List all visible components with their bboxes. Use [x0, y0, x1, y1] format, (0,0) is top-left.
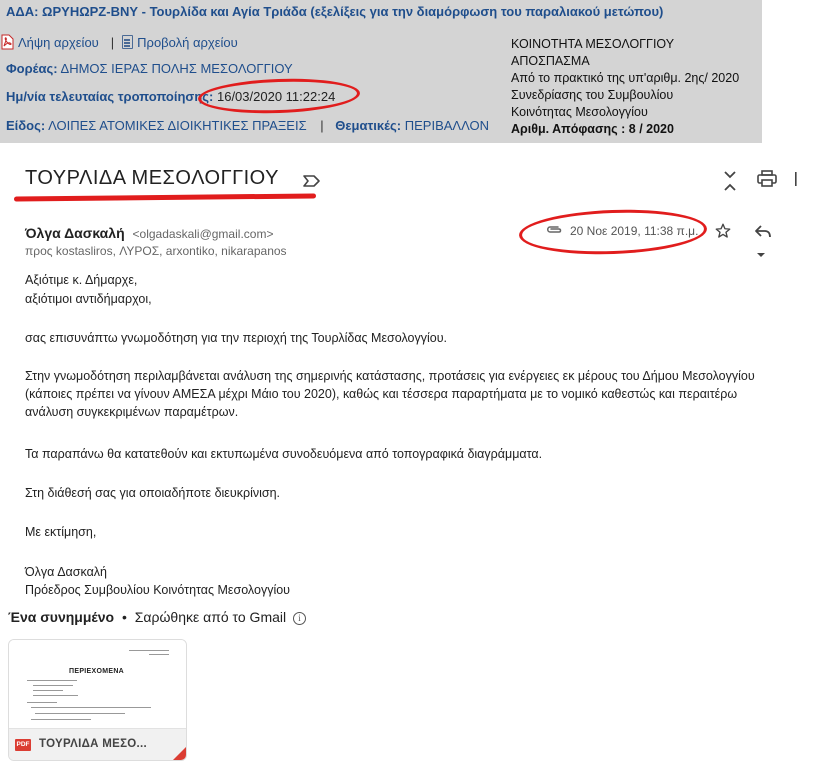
new-window-icon[interactable]: [794, 170, 798, 193]
attachment-card[interactable]: ΠΕΡΙΕΧΟΜΕΝΑ PDF ΤΟΥΡΛΙΔΑ ΜΕΣΟ...: [8, 639, 187, 761]
download-file-link[interactable]: Λήψη αρχείου: [18, 35, 99, 50]
excerpt-line: Κοινότητας Μεσολογγίου: [511, 105, 648, 119]
excerpt-line: Συνεδρίασης του Συμβουλίου: [511, 88, 674, 102]
view-file-link[interactable]: Προβολή αρχείου: [137, 35, 238, 50]
subject-underline-highlight: [13, 193, 317, 202]
attachments-count: Ένα συνημμένο: [8, 609, 115, 625]
recipients[interactable]: προς kostasliros, ΛΥΡΟΣ, arxontiko, nika…: [25, 244, 287, 258]
excerpt-line: ΚΟΙΝΟΤΗΤΑ ΜΕΣΟΛΟΓΓΙΟΥ: [511, 37, 675, 51]
info-icon[interactable]: i: [293, 612, 306, 625]
eidos-value[interactable]: ΛΟΙΠΕΣ ΑΤΟΜΙΚΕΣ ΔΙΟΙΚΗΤΙΚΕΣ ΠΡΑΞΕΙΣ: [48, 118, 307, 133]
star-icon[interactable]: [714, 222, 732, 245]
file-actions: Λήψη αρχείου | Προβολή αρχείου: [0, 32, 238, 52]
decision-number: Αριθμ. Απόφασης : 8 / 2020: [511, 122, 674, 136]
document-info-panel: ΑΔΑ: ΩΡΥΗΩΡΖ-ΒΝΥ - Τουρλίδα και Αγία Τρι…: [0, 0, 762, 143]
meta-separator: |: [320, 118, 324, 133]
body-line: ανάλυση συγκεκριμένων παραμέτρων.: [25, 405, 239, 419]
signature-title: Πρόεδρος Συμβουλίου Κοινότητας Μεσολογγί…: [25, 583, 291, 597]
excerpt-line: Από το πρακτικό της υπ'αριθμ. 2ης/ 2020: [511, 71, 740, 85]
email-date-highlight-ellipse: [518, 206, 708, 258]
attachment-footer: PDF ΤΟΥΡΛΙΔΑ ΜΕΣΟ...: [9, 728, 186, 760]
excerpt-line: ΑΠΟΣΠΑΣΜΑ: [511, 54, 590, 68]
sender-name: Όλγα Δασκαλή: [25, 225, 125, 241]
thematikes-label: Θεματικές:: [335, 118, 402, 133]
last-modified-label: Ημ/νία τελευταίας τροποποίησης:: [6, 89, 214, 104]
body-line: Τα παραπάνω θα κατατεθούν και εκτυπωμένα…: [25, 447, 543, 461]
body-line: σας επισυνάπτω γνωμοδότηση για την περιο…: [25, 331, 448, 345]
signature-name: Όλγα Δασκαλή: [25, 565, 108, 579]
body-line: Στην γνωμοδότηση περιλαμβάνεται ανάλυση …: [25, 369, 755, 383]
scanned-label: Σαρώθηκε από το Gmail: [134, 609, 287, 625]
pdf-badge-icon: PDF: [15, 739, 31, 751]
expand-collapse-icon[interactable]: [722, 170, 738, 197]
pdf-file-icon: [0, 34, 14, 50]
bullet: •: [121, 609, 127, 625]
eidos-row: Είδος: ΛΟΙΠΕΣ ΑΤΟΜΙΚΕΣ ΔΙΟΙΚΗΤΙΚΕΣ ΠΡΑΞΕ…: [6, 118, 489, 133]
sender-email: <olgadaskali@gmail.com>: [132, 227, 274, 241]
action-separator: |: [110, 34, 115, 50]
label-icon[interactable]: [302, 174, 322, 193]
ada-title[interactable]: ΑΔΑ: ΩΡΥΗΩΡΖ-ΒΝΥ - Τουρλίδα και Αγία Τρι…: [6, 4, 663, 19]
thematikes-value[interactable]: ΠΕΡΙΒΑΛΛΟΝ: [405, 118, 489, 133]
body-line: αξιότιμοι αντιδήμαρχοι,: [25, 292, 152, 306]
foreas-value[interactable]: ΔΗΜΟΣ ΙΕΡΑΣ ΠΟΛΗΣ ΜΕΣΟΛΟΓΓΙΟΥ: [61, 61, 293, 76]
attachments-header: Ένα συνημμένο • Σαρώθηκε από το Gmail i: [8, 609, 306, 625]
eidos-label: Είδος:: [6, 118, 46, 133]
body-line: Με εκτίμηση,: [25, 525, 97, 539]
print-icon[interactable]: [757, 170, 777, 193]
attachment-name: ΤΟΥΡΛΙΔΑ ΜΕΣΟ...: [39, 738, 148, 750]
body-line: (κάποιες πρέπει να γίνουν ΑΜΕΣΑ μέχρι Μά…: [25, 387, 738, 401]
body-line: Στη διάθεσή σας για οποιαδήποτε διευκρίν…: [25, 486, 281, 500]
email-subject: ΤΟΥΡΛΙΔΑ ΜΕΣΟΛΟΓΓΙΟΥ: [25, 167, 279, 189]
attachment-preview: ΠΕΡΙΕΧΟΜΕΝΑ: [9, 640, 186, 728]
reply-icon[interactable]: [754, 223, 772, 244]
chevron-down-icon[interactable]: [756, 246, 766, 264]
body-line: Αξιότιμε κ. Δήμαρχε,: [25, 273, 138, 287]
preview-heading: ΠΕΡΙΕΧΟΜΕΝΑ: [69, 668, 125, 675]
corner-fold: [172, 747, 186, 760]
foreas-row: Φορέας: ΔΗΜΟΣ ΙΕΡΑΣ ΠΟΛΗΣ ΜΕΣΟΛΟΓΓΙΟΥ: [6, 61, 293, 76]
foreas-label: Φορέας:: [6, 61, 58, 76]
decision-excerpt: ΚΟΙΝΟΤΗΤΑ ΜΕΣΟΛΟΓΓΙΟΥ ΑΠΟΣΠΑΣΜΑ Από το π…: [511, 36, 739, 138]
sender: Όλγα Δασκαλή <olgadaskali@gmail.com>: [25, 225, 273, 241]
document-icon: [122, 35, 134, 49]
